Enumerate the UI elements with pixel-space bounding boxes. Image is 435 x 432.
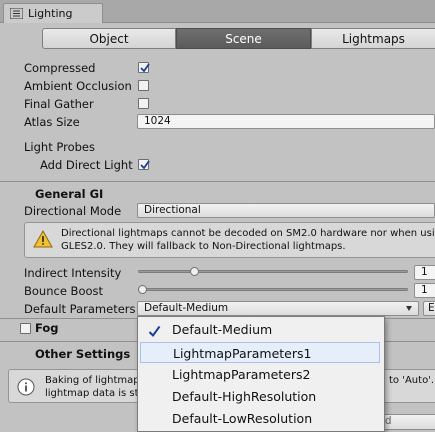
bounce-boost-slider-track[interactable] (138, 288, 408, 291)
menu-item-label: LightmapParameters1 (173, 346, 312, 361)
indirect-intensity-slider-handle[interactable] (190, 267, 200, 276)
ambient-occlusion-label: Ambient Occlusion (24, 79, 132, 93)
menu-item-default-medium[interactable]: Default-Medium (138, 319, 382, 340)
window-tab-title: Lighting (28, 7, 73, 20)
atlas-size-label: Atlas Size (24, 115, 80, 129)
add-direct-light-checkbox[interactable] (138, 159, 150, 170)
tab-scene[interactable]: Scene (176, 28, 311, 49)
bounce-boost-slider-handle[interactable] (138, 285, 147, 294)
default-parameters-label: Default Parameters (24, 302, 136, 316)
other-settings-header[interactable]: Other Settings (35, 347, 130, 361)
directional-mode-value: Directional (144, 204, 201, 216)
indirect-intensity-label: Indirect Intensity (24, 266, 122, 280)
add-direct-light-label: Add Direct Light (40, 158, 133, 172)
warning-text-line1: Directional lightmaps cannot be decoded … (61, 228, 435, 239)
menu-item-default-highresolution[interactable]: Default-HighResolution (138, 386, 382, 407)
fog-label: Fog (35, 321, 59, 335)
menu-item-lightmapparameters2[interactable]: LightmapParameters2 (138, 364, 382, 385)
info-text-line2-left: lightmap data is st (45, 388, 139, 399)
menu-item-lightmapparameters1[interactable]: LightmapParameters1 (140, 342, 380, 363)
info-text-line1-right: to 'Auto'. T (389, 375, 435, 386)
tab-object[interactable]: Object (42, 28, 176, 49)
warning-text-line2: GLES2.0. They will fallback to Non-Direc… (61, 241, 346, 252)
indirect-intensity-slider-track[interactable] (138, 270, 408, 273)
directional-mode-label: Directional Mode (24, 204, 122, 218)
directional-mode-dropdown[interactable]: Directional (137, 203, 435, 218)
section-divider (0, 181, 435, 182)
menu-item-label: Default-LowResolution (172, 411, 313, 426)
default-parameters-value: Default-Medium (144, 302, 229, 314)
indirect-intensity-field[interactable]: 1 (414, 265, 435, 280)
compressed-label: Compressed (24, 61, 96, 75)
window-tab-lighting[interactable]: Lighting (3, 3, 103, 23)
atlas-size-field[interactable]: 1024 (137, 114, 435, 129)
light-probes-label: Light Probes (24, 140, 95, 154)
menu-item-label: Default-HighResolution (172, 389, 317, 404)
bounce-boost-label: Bounce Boost (24, 284, 104, 298)
edit-parameters-button[interactable]: E (423, 301, 435, 316)
chevron-down-icon (406, 306, 412, 311)
lighting-window-icon (9, 7, 24, 20)
menu-item-label: LightmapParameters2 (172, 367, 311, 382)
default-parameters-menu: Default-Medium LightmapParameters1 Light… (137, 316, 385, 432)
compressed-checkbox[interactable] (138, 62, 150, 73)
warning-icon (33, 229, 53, 251)
menu-item-default-lowresolution[interactable]: Default-LowResolution (138, 408, 382, 429)
info-icon (17, 378, 35, 399)
tab-lightmaps[interactable]: Lightmaps (311, 28, 435, 49)
fog-checkbox[interactable] (20, 323, 31, 334)
warning-helpbox: Directional lightmaps cannot be decoded … (24, 222, 435, 258)
checkmark-icon (148, 323, 161, 344)
menu-item-label: Default-Medium (172, 322, 273, 337)
bounce-boost-field[interactable]: 1 (414, 283, 435, 298)
checkmark-icon (140, 63, 150, 73)
ambient-occlusion-checkbox[interactable] (138, 80, 149, 91)
general-gi-header[interactable]: General GI (35, 187, 103, 201)
final-gather-checkbox[interactable] (138, 98, 149, 109)
info-text-line1-left: Baking of lightmap (45, 375, 140, 386)
final-gather-label: Final Gather (24, 97, 94, 111)
checkmark-icon (140, 160, 150, 170)
default-parameters-dropdown[interactable]: Default-Medium (137, 301, 419, 316)
